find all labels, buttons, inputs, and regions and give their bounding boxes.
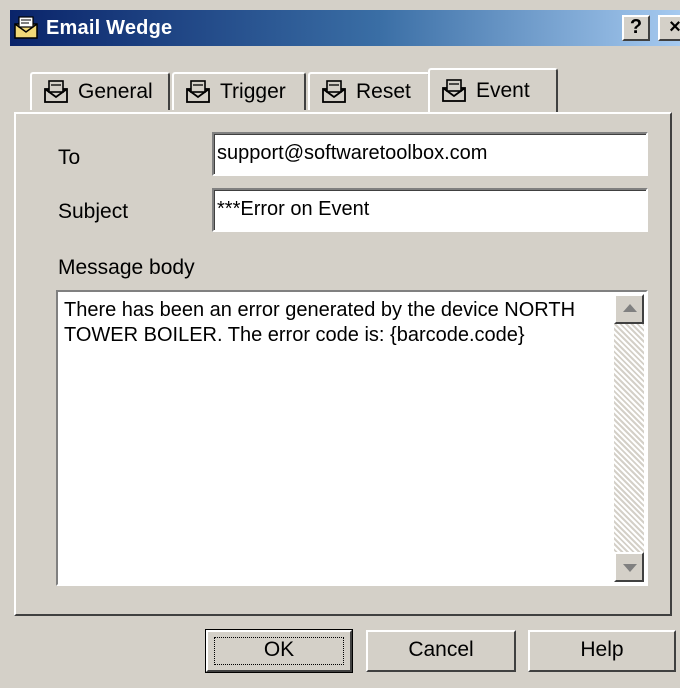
- arrow-down-icon: [623, 564, 637, 572]
- message-body-text: There has been an error generated by the…: [64, 299, 576, 346]
- ok-button-label: OK: [263, 638, 295, 661]
- scroll-down-button[interactable]: [614, 552, 644, 582]
- help-button[interactable]: Help: [528, 630, 676, 672]
- ok-button[interactable]: OK: [205, 629, 353, 673]
- arrow-up-icon: [623, 304, 637, 312]
- to-field-value: support@softwaretoolbox.com: [217, 142, 488, 164]
- help-button-label: Help: [580, 638, 624, 661]
- to-label: To: [58, 146, 81, 169]
- vertical-scrollbar[interactable]: [614, 294, 644, 582]
- scroll-up-button[interactable]: [614, 294, 644, 324]
- message-body-field[interactable]: There has been an error generated by the…: [56, 290, 648, 586]
- message-body-label: Message body: [58, 256, 195, 279]
- to-field[interactable]: support@softwaretoolbox.com: [212, 132, 648, 176]
- email-wedge-dialog: Email Wedge ? × General Trigger Reset Ev…: [0, 0, 680, 688]
- subject-field-value: ***Error on Event: [217, 198, 370, 220]
- cancel-button-label: Cancel: [408, 638, 474, 661]
- subject-label: Subject: [58, 200, 129, 223]
- subject-field[interactable]: ***Error on Event: [212, 188, 648, 232]
- cancel-button[interactable]: Cancel: [366, 630, 516, 672]
